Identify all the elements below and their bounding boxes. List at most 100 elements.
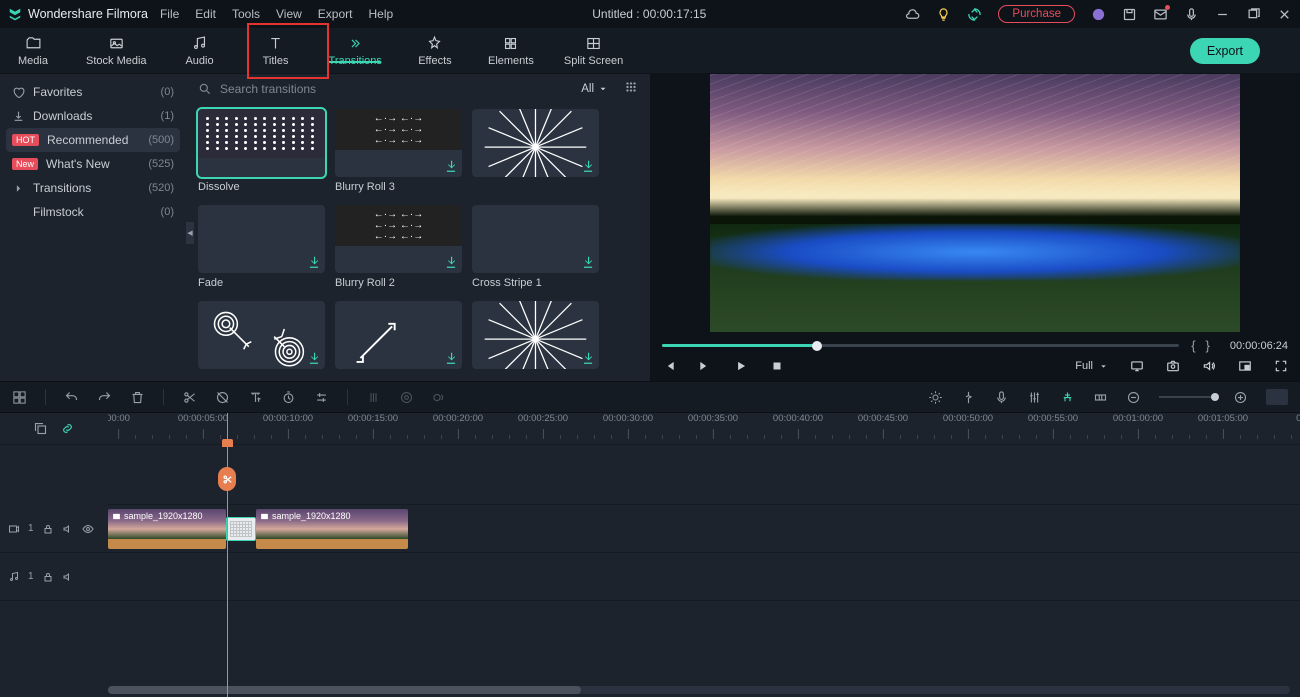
- video-track-header[interactable]: 1: [0, 505, 108, 553]
- sidebar-item-whatsnew[interactable]: New What's New(525): [0, 152, 186, 176]
- tab-transitions[interactable]: Transitions: [329, 35, 382, 67]
- transition-clip[interactable]: [226, 517, 256, 541]
- fullscreen-icon[interactable]: [1274, 359, 1288, 373]
- mute-icon[interactable]: [62, 571, 74, 583]
- color-icon[interactable]: [366, 390, 381, 405]
- menu-export[interactable]: Export: [318, 7, 353, 21]
- zoom-out-icon[interactable]: [1126, 390, 1141, 405]
- refresh-icon[interactable]: [967, 7, 982, 22]
- zoom-slider[interactable]: [1159, 396, 1215, 398]
- sidebar-item-transitions[interactable]: Transitions(520): [0, 176, 186, 200]
- minimize-icon[interactable]: [1215, 7, 1230, 22]
- delete-icon[interactable]: [130, 390, 145, 405]
- motion-icon[interactable]: [432, 390, 447, 405]
- undo-icon[interactable]: [64, 390, 79, 405]
- tab-stock-media[interactable]: Stock Media: [86, 35, 147, 67]
- lock-icon[interactable]: [42, 523, 54, 535]
- sidebar-item-recommended[interactable]: HOT Recommended(500): [6, 128, 180, 152]
- tab-elements[interactable]: Elements: [488, 35, 534, 67]
- crop-icon[interactable]: [215, 390, 230, 405]
- redo-icon[interactable]: [97, 390, 112, 405]
- sidebar-item-downloads[interactable]: Downloads(1): [0, 104, 186, 128]
- menu-help[interactable]: Help: [368, 7, 393, 21]
- volume-icon[interactable]: [1202, 359, 1216, 373]
- message-icon[interactable]: [1153, 7, 1168, 22]
- filter-dropdown[interactable]: All: [581, 83, 608, 95]
- sidebar-collapse-handle[interactable]: [186, 222, 194, 244]
- transition-card[interactable]: ←·→ ←·→←·→ ←·→←·→ ←·→Blurry Roll 3: [335, 109, 462, 193]
- mark-out-icon[interactable]: }: [1206, 338, 1210, 353]
- mark-in-icon[interactable]: {: [1191, 338, 1195, 353]
- video-track[interactable]: sample_1920x1280 sample_1920x1280: [108, 505, 1300, 553]
- lock-icon[interactable]: [42, 571, 54, 583]
- zoom-fit-icon[interactable]: [1266, 389, 1288, 405]
- magnet-icon[interactable]: [1060, 390, 1075, 405]
- cut-icon[interactable]: [182, 390, 197, 405]
- green-screen-icon[interactable]: [399, 390, 414, 405]
- purchase-button[interactable]: Purchase: [998, 5, 1075, 23]
- save-icon[interactable]: [1122, 7, 1137, 22]
- transition-card[interactable]: ←·→ ←·→←·→ ←·→←·→ ←·→Blurry Roll 2: [335, 205, 462, 289]
- quality-dropdown[interactable]: Full: [1075, 360, 1108, 372]
- video-clip[interactable]: sample_1920x1280: [256, 509, 408, 549]
- tab-titles[interactable]: Titles: [253, 35, 299, 67]
- enhance-icon[interactable]: [928, 390, 943, 405]
- play-button[interactable]: [734, 359, 748, 373]
- progress-slider[interactable]: [662, 344, 1179, 347]
- ripple-icon[interactable]: [1093, 390, 1108, 405]
- preview-viewport[interactable]: [710, 74, 1240, 332]
- playhead[interactable]: [227, 413, 228, 697]
- download-icon[interactable]: [581, 351, 595, 365]
- download-icon[interactable]: [581, 255, 595, 269]
- speed-icon[interactable]: [281, 390, 296, 405]
- transition-card[interactable]: [472, 301, 599, 373]
- marker-icon[interactable]: [961, 390, 976, 405]
- menu-edit[interactable]: Edit: [195, 7, 216, 21]
- scissor-icon[interactable]: [218, 467, 236, 491]
- adjust-icon[interactable]: [314, 390, 329, 405]
- link-icon[interactable]: [60, 421, 75, 436]
- maximize-icon[interactable]: [1246, 7, 1261, 22]
- sidebar-item-filmstock[interactable]: Filmstock(0): [0, 200, 186, 224]
- timeline-ruler[interactable]: 00:0000:00:05:0000:00:10:0000:00:15:0000…: [108, 413, 1300, 445]
- download-icon[interactable]: [444, 159, 458, 173]
- audio-track-header[interactable]: 1: [0, 553, 108, 601]
- menu-tools[interactable]: Tools: [232, 7, 260, 21]
- download-icon[interactable]: [307, 351, 321, 365]
- menu-file[interactable]: File: [160, 7, 179, 21]
- audio-track[interactable]: [108, 553, 1300, 601]
- download-icon[interactable]: [444, 351, 458, 365]
- grid-view-icon[interactable]: [624, 80, 638, 97]
- mixer-icon[interactable]: [1027, 390, 1042, 405]
- prev-frame-button[interactable]: [662, 359, 676, 373]
- tips-icon[interactable]: [936, 7, 951, 22]
- text-icon[interactable]: [248, 390, 263, 405]
- layout-icon[interactable]: [12, 390, 27, 405]
- voice-icon[interactable]: [994, 390, 1009, 405]
- snapshot-icon[interactable]: [1166, 359, 1180, 373]
- mute-icon[interactable]: [62, 523, 74, 535]
- download-icon[interactable]: [444, 255, 458, 269]
- stop-button[interactable]: [770, 359, 784, 373]
- download-icon[interactable]: [581, 159, 595, 173]
- video-clip[interactable]: sample_1920x1280: [108, 509, 226, 549]
- next-frame-button[interactable]: [698, 359, 712, 373]
- timeline-tracks-area[interactable]: 00:0000:00:05:0000:00:10:0000:00:15:0000…: [108, 413, 1300, 697]
- tab-media[interactable]: Media: [10, 35, 56, 67]
- download-icon[interactable]: [307, 255, 321, 269]
- transition-card[interactable]: Cross Stripe 1: [472, 205, 599, 289]
- account-icon[interactable]: [1091, 7, 1106, 22]
- transition-card[interactable]: Dissolve: [198, 109, 325, 193]
- cloud-icon[interactable]: [905, 7, 920, 22]
- sidebar-item-favorites[interactable]: Favorites(0): [0, 80, 186, 104]
- transition-card[interactable]: [335, 301, 462, 373]
- transition-card[interactable]: [198, 301, 325, 373]
- transition-card[interactable]: Fade: [198, 205, 325, 289]
- tab-split-screen[interactable]: Split Screen: [564, 35, 623, 67]
- copy-icon[interactable]: [33, 421, 48, 436]
- zoom-in-icon[interactable]: [1233, 390, 1248, 405]
- pip-icon[interactable]: [1238, 359, 1252, 373]
- close-icon[interactable]: [1277, 7, 1292, 22]
- eye-icon[interactable]: [82, 523, 94, 535]
- menu-view[interactable]: View: [276, 7, 302, 21]
